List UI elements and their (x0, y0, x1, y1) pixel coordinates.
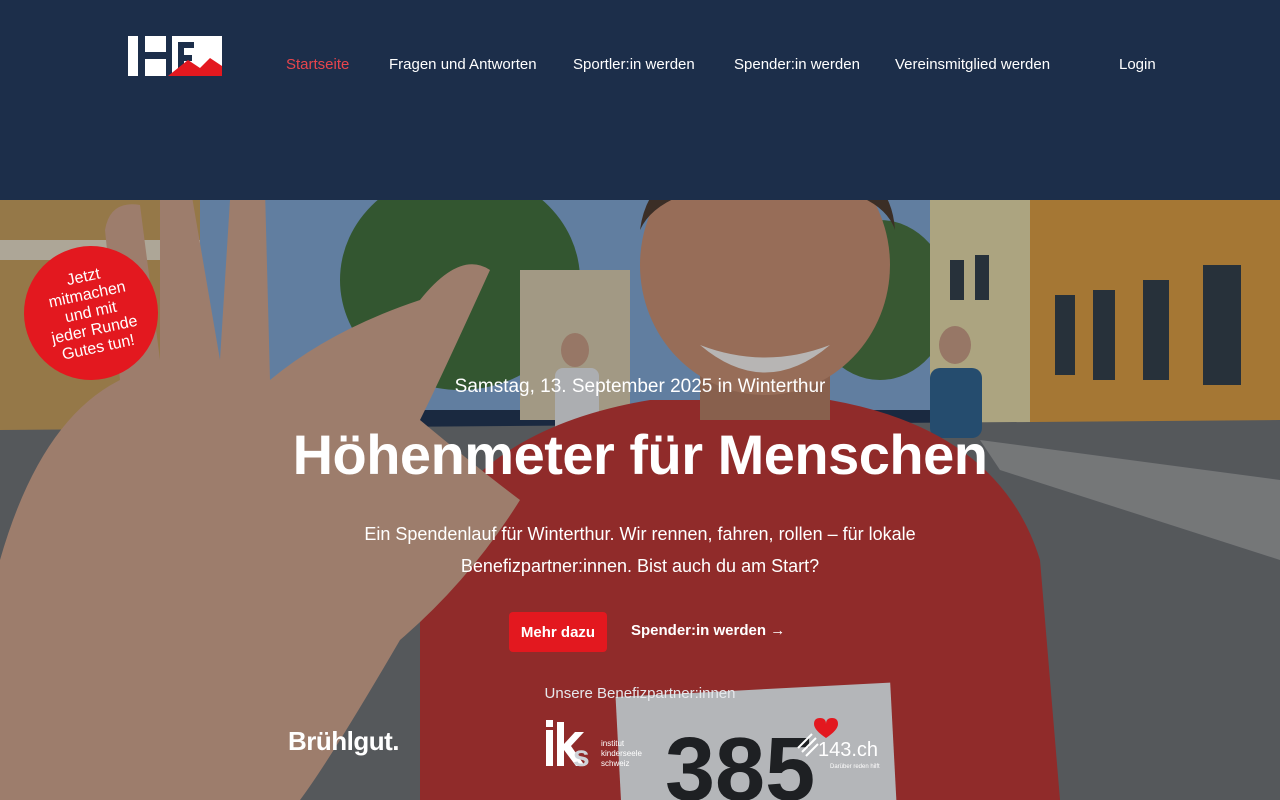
partners-label: Unsere Benefizpartner:innen (544, 685, 736, 702)
iks-text-3: schweiz (601, 759, 629, 768)
hero-lead: Ein Spendenlauf für Winterthur. Wir renn… (364, 524, 916, 576)
heart-icon (814, 718, 838, 738)
mehr-dazu-button[interactable]: Mehr dazu (509, 612, 607, 652)
svg-text:s: s (573, 740, 590, 770)
iks-text-1: institut (601, 739, 625, 748)
iks-text-2: kinderseele (601, 749, 642, 758)
spender-werden-link[interactable]: Spender:in werden → (631, 622, 785, 639)
partner-iks-logo[interactable]: s institut kinderseele schweiz (545, 718, 655, 770)
event-date: Samstag, 13. September 2025 in Winterthu… (454, 376, 826, 397)
partner-bruehlgut-logo[interactable]: Brühlgut. (288, 726, 400, 757)
partner-143-logo[interactable]: 143.ch Darüber reden hilft (796, 718, 892, 770)
p143-name: 143.ch (818, 739, 878, 761)
hero-title: Höhenmeter für Menschen (292, 423, 988, 486)
p143-tagline: Darüber reden hilft (830, 764, 880, 770)
hero-content: Samstag, 13. September 2025 in Winterthu… (0, 0, 1280, 800)
speed-lines-icon (797, 733, 819, 757)
